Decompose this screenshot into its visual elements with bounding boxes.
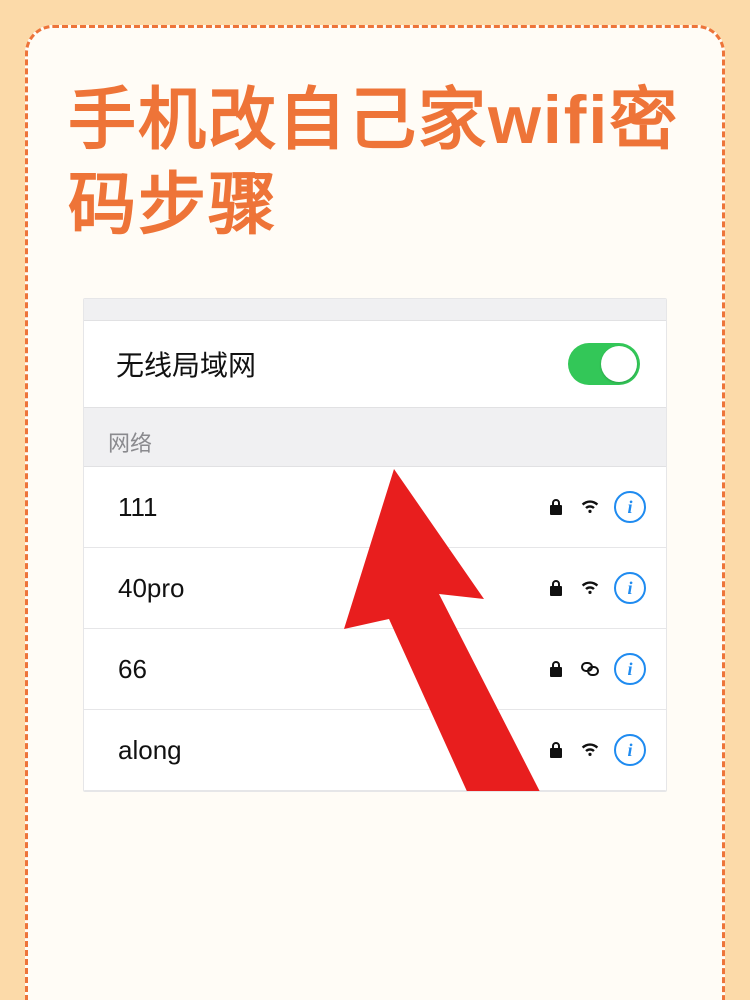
info-icon[interactable]: i <box>614 491 646 523</box>
network-icons: i <box>546 491 646 523</box>
lock-icon <box>546 659 566 679</box>
network-icons: i <box>546 734 646 766</box>
network-icons: i <box>546 653 646 685</box>
info-icon[interactable]: i <box>614 572 646 604</box>
card-frame: 手机改自己家wifi密码步骤 无线局域网 网络 111 i <box>25 25 725 1000</box>
lock-icon <box>546 497 566 517</box>
page-title: 手机改自己家wifi密码步骤 <box>68 78 692 248</box>
network-row[interactable]: along i <box>84 710 666 791</box>
wifi-settings-panel: 无线局域网 网络 111 i 40pro <box>83 298 667 792</box>
network-row[interactable]: 66 i <box>84 629 666 710</box>
wlan-label: 无线局域网 <box>116 344 256 384</box>
lock-icon <box>546 740 566 760</box>
network-icons: i <box>546 572 646 604</box>
network-name: 111 <box>118 492 158 523</box>
network-row[interactable]: 40pro i <box>84 548 666 629</box>
status-strip <box>84 299 666 321</box>
info-icon[interactable]: i <box>614 734 646 766</box>
section-label: 网络 <box>108 426 152 458</box>
toggle-knob <box>601 346 637 382</box>
network-name: 66 <box>118 654 147 685</box>
section-header: 网络 <box>84 407 666 467</box>
wlan-toggle-row[interactable]: 无线局域网 <box>84 321 666 407</box>
wifi-icon <box>580 578 600 598</box>
wifi-icon <box>580 740 600 760</box>
wlan-toggle[interactable] <box>568 343 640 385</box>
network-row[interactable]: 111 i <box>84 467 666 548</box>
network-name: along <box>118 735 182 766</box>
wifi-icon <box>580 497 600 517</box>
link-icon <box>580 659 600 679</box>
network-name: 40pro <box>118 573 185 604</box>
lock-icon <box>546 578 566 598</box>
info-icon[interactable]: i <box>614 653 646 685</box>
